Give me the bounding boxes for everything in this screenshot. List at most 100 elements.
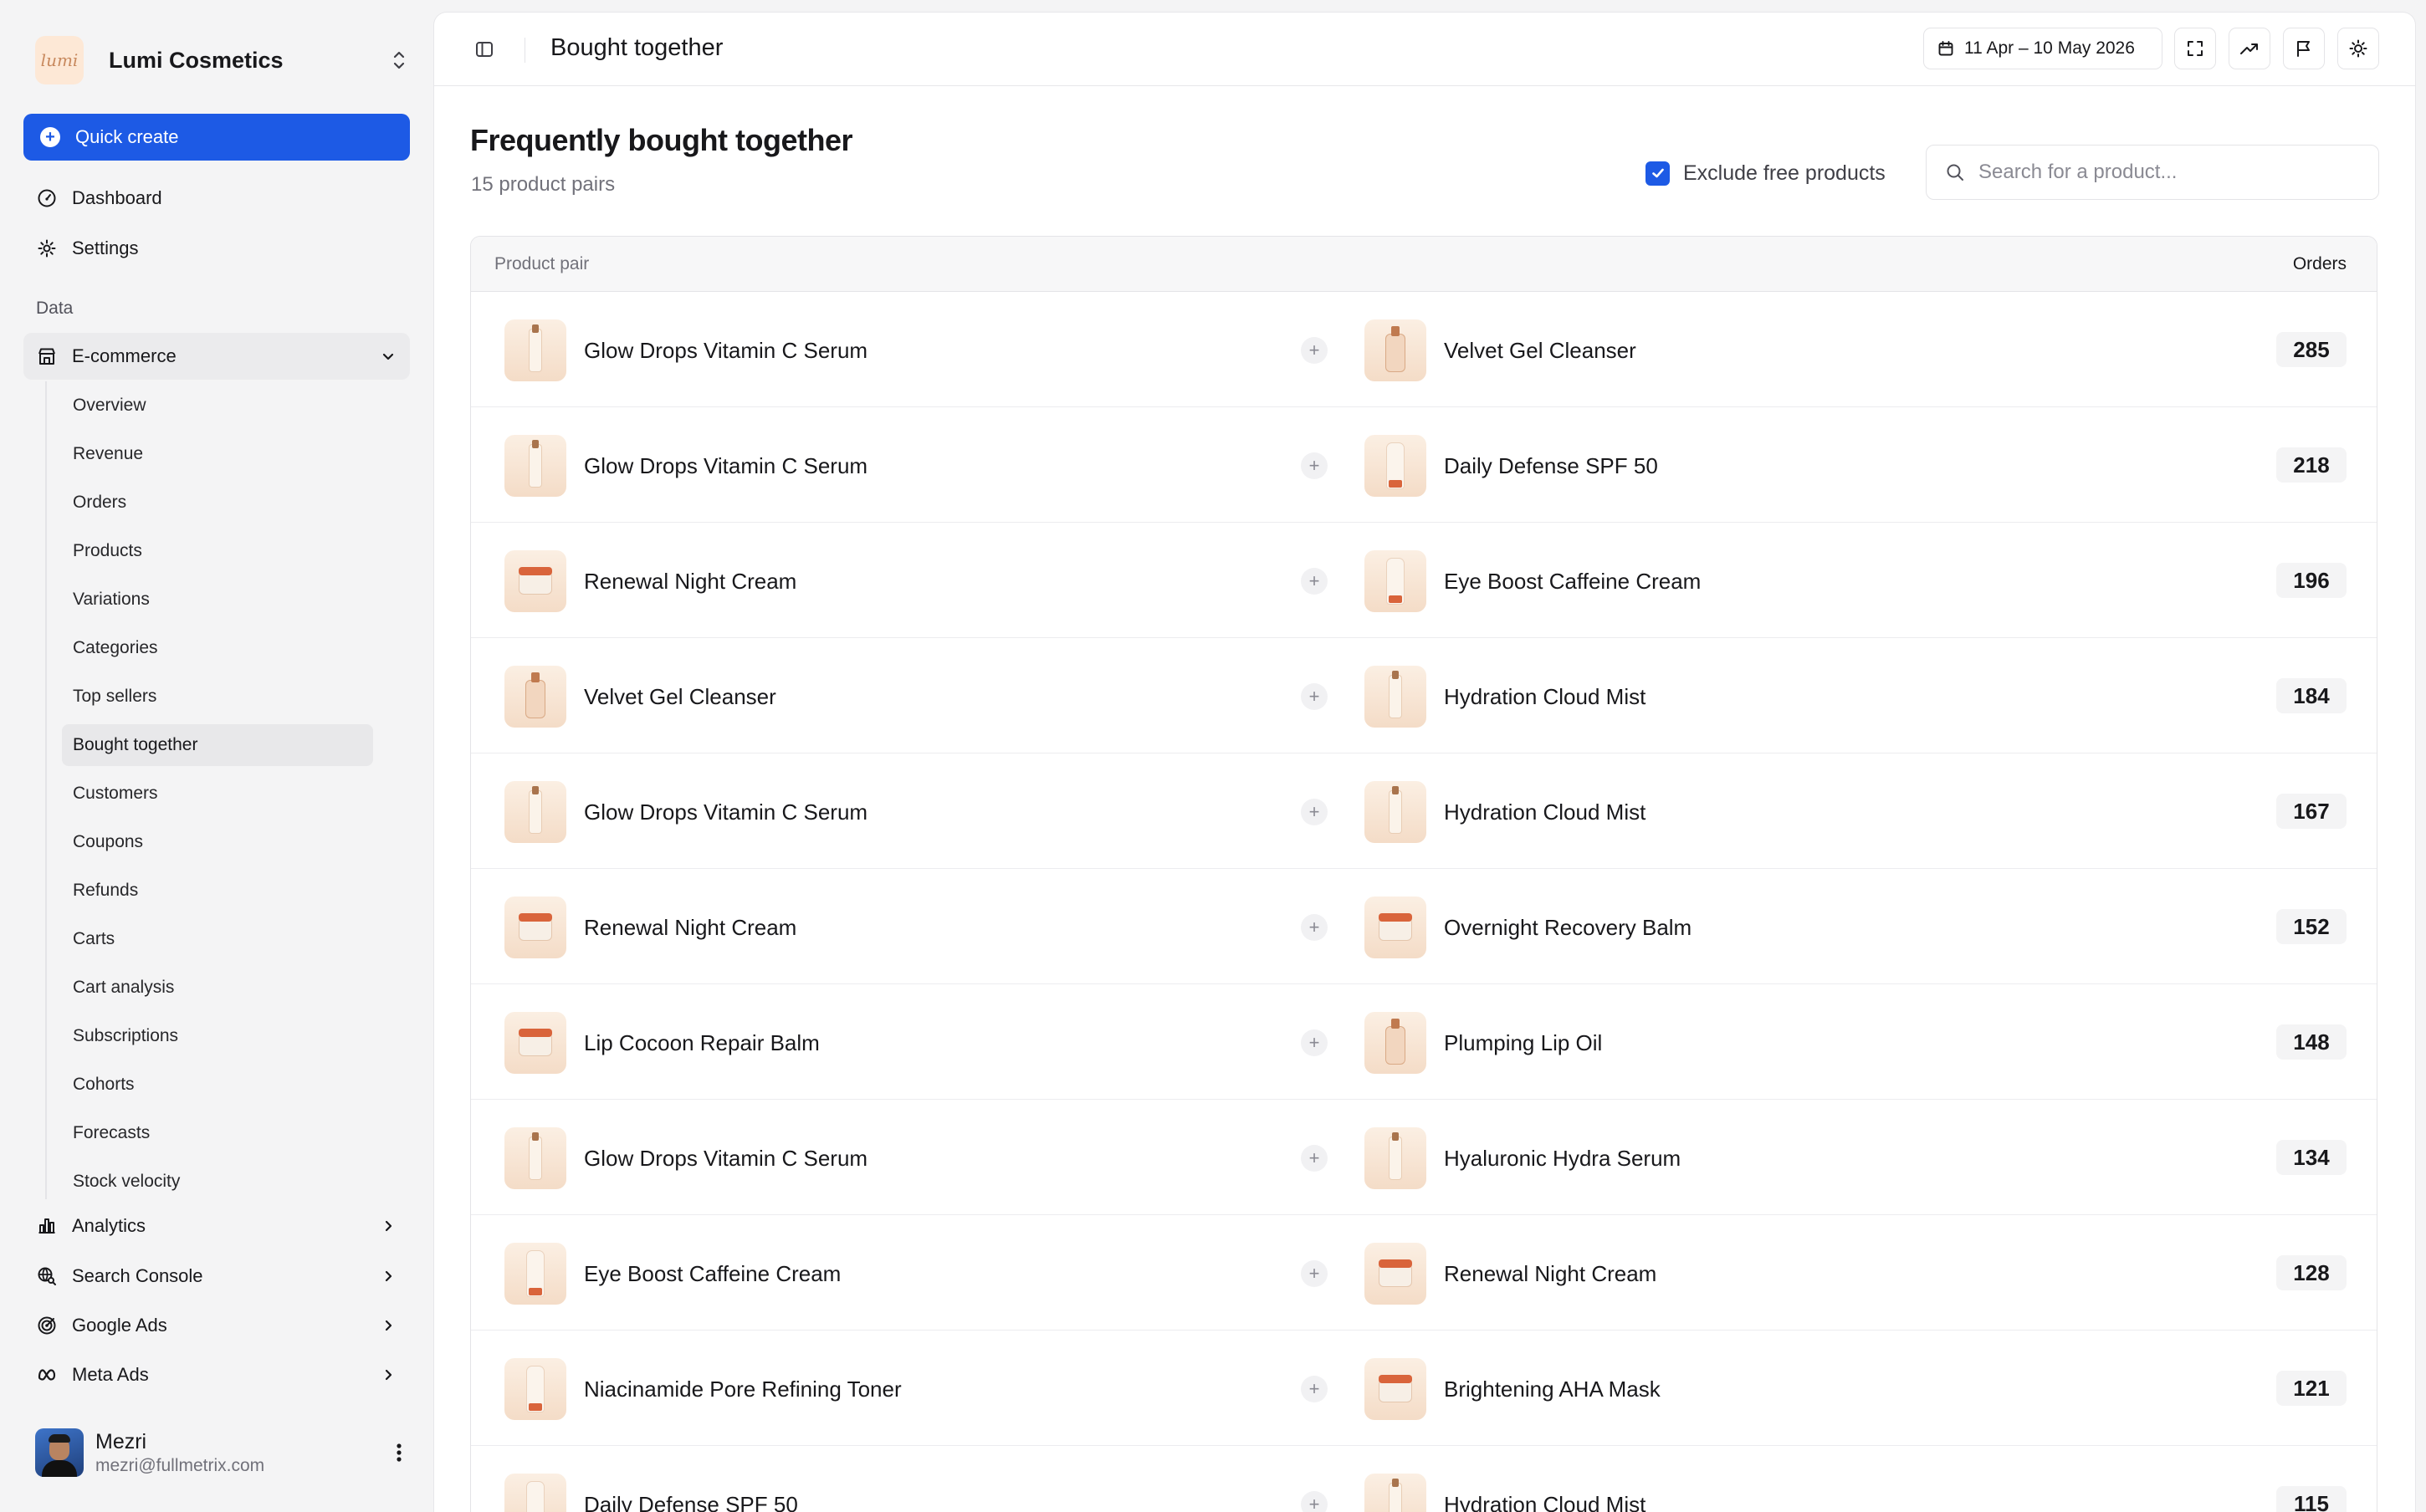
quick-create-button[interactable]: + Quick create xyxy=(23,114,410,161)
annotations-button[interactable] xyxy=(2283,28,2325,69)
sidebar-item-variations[interactable]: Variations xyxy=(62,579,373,621)
table-row[interactable]: Velvet Gel Cleanser + Hydration Cloud Mist… xyxy=(471,638,2377,753)
product-a[interactable]: Glow Drops Vitamin C Serum xyxy=(504,1127,868,1189)
search-input[interactable] xyxy=(1978,161,2363,184)
product-b[interactable]: Hyaluronic Hydra Serum xyxy=(1364,1127,1681,1189)
col-header-orders[interactable]: Orders xyxy=(2293,254,2347,274)
nav-group-label: Search Console xyxy=(72,1265,203,1286)
product-a[interactable]: Renewal Night Cream xyxy=(504,896,796,958)
product-a[interactable]: Glow Drops Vitamin C Serum xyxy=(504,781,868,843)
table-row[interactable]: Glow Drops Vitamin C Serum + Hyaluronic Hy… xyxy=(471,1100,2377,1215)
sidebar-item-cart-analysis[interactable]: Cart analysis xyxy=(62,967,373,1009)
nav-settings-label: Settings xyxy=(72,238,139,258)
sidebar-item-revenue[interactable]: Revenue xyxy=(62,433,373,475)
product-b[interactable]: Overnight Recovery Balm xyxy=(1364,896,1692,958)
plus-icon: + xyxy=(1301,1145,1328,1172)
product-b[interactable]: Hydration Cloud Mist xyxy=(1364,781,1645,843)
chevron-right-icon xyxy=(385,1220,392,1232)
table-row[interactable]: Daily Defense SPF 50 + Hydration Cloud Mis… xyxy=(471,1446,2377,1512)
sidebar-item-top-sellers[interactable]: Top sellers xyxy=(62,676,373,718)
col-header-product-pair[interactable]: Product pair xyxy=(494,254,589,274)
product-b[interactable]: Daily Defense SPF 50 xyxy=(1364,435,1658,497)
sidebar-item-orders[interactable]: Orders xyxy=(62,482,373,524)
sidebar-item-overview[interactable]: Overview xyxy=(62,385,373,427)
product-search[interactable] xyxy=(1926,145,2379,200)
checkbox-checked[interactable] xyxy=(1645,161,1670,186)
nav-group-search-console[interactable]: Search Console xyxy=(23,1254,410,1298)
nav-settings[interactable]: Settings xyxy=(23,227,410,270)
chevron-right-icon xyxy=(385,1369,392,1381)
orders-count-badge: 285 xyxy=(2276,332,2347,367)
product-a[interactable]: Daily Defense SPF 50 xyxy=(504,1474,798,1512)
product-b[interactable]: Hydration Cloud Mist xyxy=(1364,666,1645,728)
fullscreen-button[interactable] xyxy=(2174,28,2216,69)
sidebar-item-refunds[interactable]: Refunds xyxy=(62,870,373,912)
sidebar-item-categories[interactable]: Categories xyxy=(62,627,373,669)
product-b[interactable]: Plumping Lip Oil xyxy=(1364,1012,1602,1074)
sidebar-item-products[interactable]: Products xyxy=(62,530,373,572)
more-vertical-icon[interactable] xyxy=(386,1442,412,1463)
table-row[interactable]: Renewal Night Cream + Overnight Recovery B… xyxy=(471,869,2377,984)
product-a[interactable]: Niacinamide Pore Refining Toner xyxy=(504,1358,902,1420)
table-row[interactable]: Glow Drops Vitamin C Serum + Daily Defense… xyxy=(471,407,2377,523)
sidebar-item-bought-together[interactable]: Bought together xyxy=(62,724,373,766)
calendar-icon xyxy=(1938,41,1953,56)
sidebar-item-forecasts[interactable]: Forecasts xyxy=(62,1112,373,1154)
sidebar-item-customers[interactable]: Customers xyxy=(62,773,373,815)
sidebar-toggle-button[interactable] xyxy=(471,36,498,63)
product-a[interactable]: Velvet Gel Cleanser xyxy=(504,666,776,728)
table-row[interactable]: Lip Cocoon Repair Balm + Plumping Lip Oil 1… xyxy=(471,984,2377,1100)
product-b-name: Brightening AHA Mask xyxy=(1444,1376,1661,1402)
product-b[interactable]: Velvet Gel Cleanser xyxy=(1364,319,1636,381)
product-a-name: Daily Defense SPF 50 xyxy=(584,1491,798,1512)
table-row[interactable]: Glow Drops Vitamin C Serum + Velvet Gel Cl… xyxy=(471,292,2377,407)
product-b[interactable]: Hydration Cloud Mist xyxy=(1364,1474,1645,1512)
product-a[interactable]: Renewal Night Cream xyxy=(504,550,796,612)
product-a[interactable]: Glow Drops Vitamin C Serum xyxy=(504,435,868,497)
product-b-name: Hydration Cloud Mist xyxy=(1444,799,1646,825)
sidebar-item-label: Subscriptions xyxy=(73,1026,179,1045)
table-row[interactable]: Niacinamide Pore Refining Toner + Brighten… xyxy=(471,1331,2377,1446)
product-b-name: Renewal Night Cream xyxy=(1444,1260,1657,1286)
nav-group-ecommerce[interactable]: E-commerce xyxy=(23,333,410,380)
sidebar-item-subscriptions[interactable]: Subscriptions xyxy=(62,1015,373,1057)
table-row[interactable]: Eye Boost Caffeine Cream + Renewal Night C… xyxy=(471,1215,2377,1331)
sidebar-item-stock-velocity[interactable]: Stock velocity xyxy=(62,1161,373,1203)
brand-name: Lumi Cosmetics xyxy=(109,47,284,73)
sidebar-item-coupons[interactable]: Coupons xyxy=(62,821,373,863)
store-icon xyxy=(38,348,55,365)
chevron-down-icon xyxy=(382,353,394,360)
product-thumbnail xyxy=(504,435,566,497)
sidebar-item-label: Variations xyxy=(73,590,150,609)
product-b[interactable]: Eye Boost Caffeine Cream xyxy=(1364,550,1701,612)
product-thumbnail xyxy=(504,896,566,958)
theme-toggle-button[interactable] xyxy=(2337,28,2379,69)
sidebar-item-carts[interactable]: Carts xyxy=(62,918,373,960)
sidebar-item-cohorts[interactable]: Cohorts xyxy=(62,1064,373,1106)
user-menu[interactable]: Mezri mezri@fullmetrix.com xyxy=(35,1422,412,1484)
workspace-switcher[interactable]: lumi Lumi Cosmetics xyxy=(35,35,412,85)
nav-group-meta-ads[interactable]: Meta Ads xyxy=(23,1353,410,1397)
product-a[interactable]: Eye Boost Caffeine Cream xyxy=(504,1243,841,1305)
nav-group-analytics[interactable]: Analytics xyxy=(23,1204,410,1248)
nav-group-google-ads[interactable]: Google Ads xyxy=(23,1304,410,1347)
trends-button[interactable] xyxy=(2229,28,2270,69)
quick-create-label: Quick create xyxy=(75,126,179,147)
exclude-free-products-toggle[interactable]: Exclude free products xyxy=(1645,158,1886,188)
date-range-button[interactable]: 11 Apr – 10 May 2026 xyxy=(1923,28,2162,69)
product-thumbnail xyxy=(1364,319,1426,381)
nav-dashboard[interactable]: Dashboard xyxy=(23,176,410,220)
plus-icon: + xyxy=(1301,337,1328,364)
table-row[interactable]: Renewal Night Cream + Eye Boost Caffeine C… xyxy=(471,523,2377,638)
product-a[interactable]: Glow Drops Vitamin C Serum xyxy=(504,319,868,381)
product-a[interactable]: Lip Cocoon Repair Balm xyxy=(504,1012,820,1074)
product-thumbnail xyxy=(504,550,566,612)
orders-count-badge: 152 xyxy=(2276,909,2347,944)
product-b[interactable]: Renewal Night Cream xyxy=(1364,1243,1656,1305)
product-thumbnail xyxy=(504,319,566,381)
product-b[interactable]: Brightening AHA Mask xyxy=(1364,1358,1661,1420)
product-thumbnail xyxy=(1364,550,1426,612)
orders-count-badge: 167 xyxy=(2276,794,2347,829)
table-row[interactable]: Glow Drops Vitamin C Serum + Hydration Clo… xyxy=(471,753,2377,869)
orders-count-badge: 128 xyxy=(2276,1255,2347,1290)
